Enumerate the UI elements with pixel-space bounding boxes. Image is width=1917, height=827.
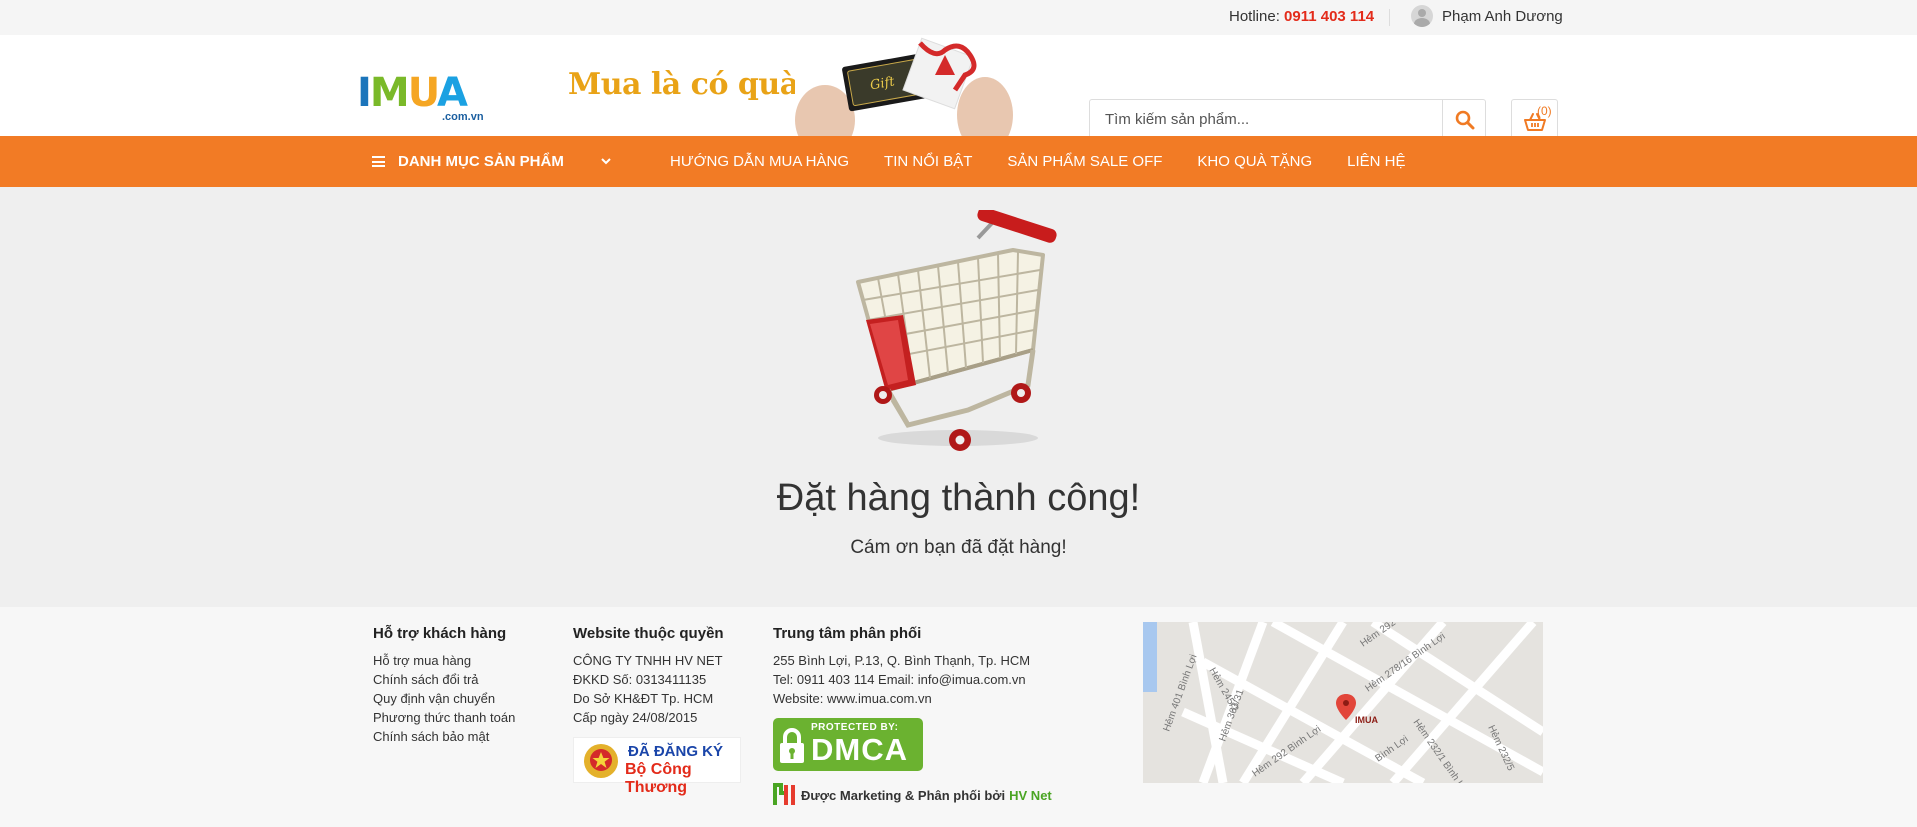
cart-count: (0)	[1537, 104, 1552, 118]
nav-link-buying-guide[interactable]: HƯỚNG DẪN MUA HÀNG	[670, 153, 849, 170]
main-nav: DANH MỤC SẢN PHẨM HƯỚNG DẪN MUA HÀNG TIN…	[0, 136, 1917, 187]
footer-link-return-policy[interactable]: Chính sách đổi trả	[373, 670, 515, 689]
marketing-text: Được Marketing & Phân phối bởi	[801, 787, 1006, 803]
menu-icon	[372, 156, 385, 167]
search-icon	[1455, 110, 1474, 129]
nav-link-sale-off[interactable]: SẢN PHẨM SALE OFF	[1007, 153, 1162, 170]
hotline-number[interactable]: 0911 403 114	[1284, 8, 1374, 25]
promo-banner[interactable]: Mua là có quà Gift	[560, 35, 1020, 136]
user-account[interactable]: Phạm Anh Dương	[1411, 5, 1563, 27]
top-bar: Hotline: 0911 403 114 Phạm Anh Dương	[0, 0, 1917, 35]
top-divider	[1389, 9, 1390, 26]
company-name: CÔNG TY TNHH HV NET	[573, 653, 723, 668]
nav-link-featured-news[interactable]: TIN NỔI BẬT	[884, 153, 972, 170]
logo-text: IMUA	[357, 70, 468, 116]
distribution-address: 255 Bình Lợi, P.13, Q. Bình Thạnh, Tp. H…	[773, 653, 1031, 668]
issuing-authority: Do Sở KH&ĐT Tp. HCM	[573, 691, 714, 706]
issue-date: Cấp ngày 24/08/2015	[573, 710, 698, 725]
shopping-cart-illustration	[856, 210, 1057, 451]
ministry-registered-badge[interactable]: ĐÃ ĐĂNG KÝ Bộ Công Thương	[573, 737, 741, 796]
footer-support-column: Hỗ trợ khách hàng Hỗ trợ mua hàng Chính …	[373, 625, 515, 746]
user-avatar-icon	[1411, 5, 1433, 27]
distribution-website: Website: www.imua.com.vn	[773, 691, 932, 706]
badge-ministry-text: Bộ Công Thương	[625, 761, 692, 796]
gift-card-image: Gift	[795, 35, 1020, 136]
footer: Hỗ trợ khách hàng Hỗ trợ mua hàng Chính …	[0, 607, 1917, 827]
user-name[interactable]: Phạm Anh Dương	[1442, 8, 1563, 25]
badge-registered-text: ĐÃ ĐĂNG KÝ	[628, 743, 724, 760]
map-marker-label: IMUA	[1355, 715, 1378, 725]
national-emblem-icon	[584, 744, 618, 778]
business-registration: ĐKKD Số: 0313411135	[573, 672, 707, 687]
footer-link-shipping-rules[interactable]: Quy định vận chuyển	[373, 689, 515, 708]
nav-link-gift-store[interactable]: KHO QUÀ TẶNG	[1197, 153, 1312, 170]
hotline-label: Hotline:	[1229, 8, 1280, 25]
category-menu-button[interactable]: DANH MỤC SẢN PHẨM	[372, 136, 564, 187]
map-tiles: Hẻm 292 Bình Lợi Hẻm 278/16 Bình Lợi Hẻm…	[1143, 622, 1543, 783]
chevron-down-icon[interactable]	[601, 154, 611, 168]
promo-text: Mua là có quà	[568, 67, 799, 102]
nav-links: HƯỚNG DẪN MUA HÀNG TIN NỔI BẬT SẢN PHẨM …	[670, 136, 1441, 187]
search-box	[1089, 99, 1486, 140]
search-button[interactable]	[1442, 100, 1486, 139]
footer-owner-column: Website thuộc quyền CÔNG TY TNHH HV NET …	[573, 625, 724, 727]
order-success-title: Đặt hàng thành công!	[776, 477, 1141, 519]
footer-owner-heading: Website thuộc quyền	[573, 625, 724, 642]
footer-link-privacy-policy[interactable]: Chính sách bảo mật	[373, 727, 515, 746]
footer-distribution-heading: Trung tâm phân phối	[773, 625, 922, 642]
order-success-subtitle: Cám ơn bạn đã đặt hàng!	[850, 537, 1067, 558]
dmca-text: DMCA	[811, 732, 908, 767]
marketing-credit: Được Marketing & Phân phối bởi HV Net	[773, 783, 1052, 807]
order-success-section: Đặt hàng thành công! Cám ơn bạn đã đặt h…	[0, 187, 1917, 607]
lock-icon	[780, 728, 804, 763]
nav-link-contact[interactable]: LIÊN HỆ	[1347, 153, 1405, 170]
site-logo[interactable]: IMUA .com.vn	[357, 70, 484, 123]
search-input[interactable]	[1090, 100, 1442, 139]
hvnet-logo-icon	[773, 783, 795, 805]
logo-domain: .com.vn	[442, 111, 484, 123]
dmca-protected-badge[interactable]: PROTECTED BY: DMCA	[773, 718, 923, 771]
footer-distribution-column: Trung tâm phân phối 255 Bình Lợi, P.13, …	[773, 625, 1030, 708]
marketing-brand-link[interactable]: HV Net	[1009, 788, 1052, 803]
distribution-contact: Tel: 0911 403 114 Email: info@imua.com.v…	[773, 672, 1026, 687]
hotline: Hotline: 0911 403 114	[1229, 8, 1374, 25]
footer-link-buying-support[interactable]: Hỗ trợ mua hàng	[373, 651, 515, 670]
category-label: DANH MỤC SẢN PHẨM	[398, 153, 564, 170]
store-location-map[interactable]: Hẻm 292 Bình Lợi Hẻm 278/16 Bình Lợi Hẻm…	[1143, 622, 1543, 783]
footer-support-heading: Hỗ trợ khách hàng	[373, 625, 507, 642]
footer-link-payment-methods[interactable]: Phương thức thanh toán	[373, 708, 515, 727]
